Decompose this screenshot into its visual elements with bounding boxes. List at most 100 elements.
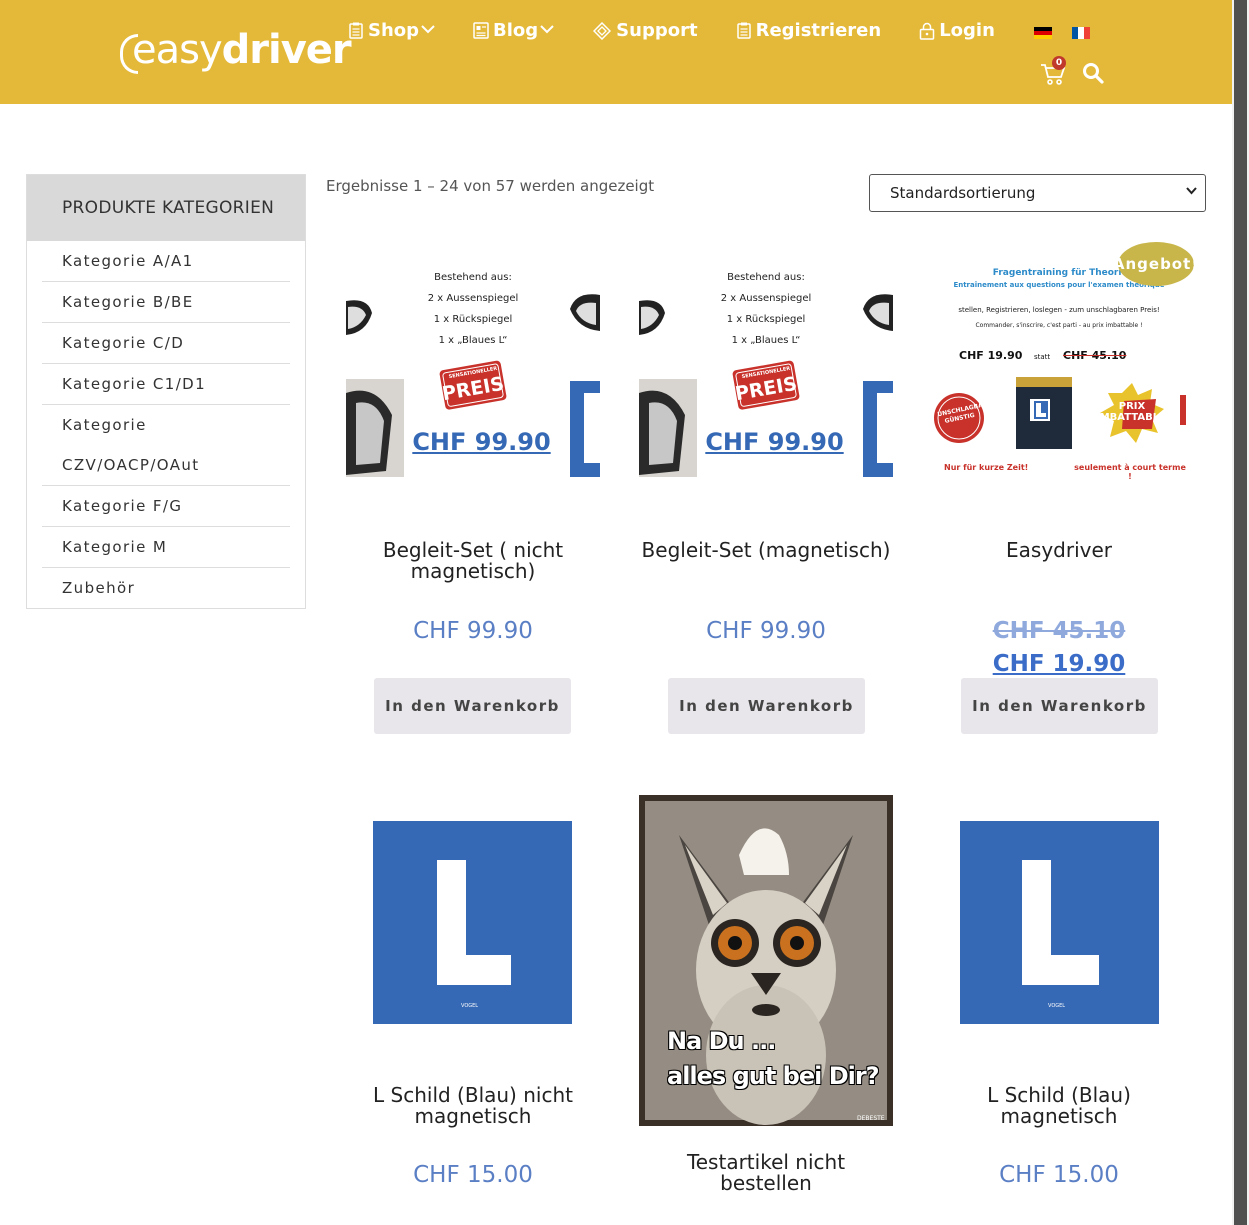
meme-watermark: DEBESTE bbox=[857, 1115, 885, 1122]
image-text-line: 1 x Rückspiegel bbox=[433, 314, 513, 325]
logo-text-easy: easy bbox=[132, 27, 223, 73]
product-card: Bestehend aus: 2 x Aussenspiegel 1 x Rüc… bbox=[346, 243, 600, 644]
newspaper-icon bbox=[473, 22, 489, 40]
product-card: Na Du ... alles gut bei Dir? DEBESTE Tes… bbox=[639, 795, 893, 1194]
cart-button[interactable]: 0 bbox=[1040, 56, 1066, 86]
category-item-czv[interactable]: Kategorie CZV/OACP/OAut bbox=[42, 405, 290, 486]
logo-arc-icon bbox=[120, 34, 138, 74]
image-text-line: 1 x „Blaues L“ bbox=[438, 335, 508, 346]
logo[interactable]: easy driver bbox=[120, 22, 352, 78]
category-item-fg[interactable]: Kategorie F/G bbox=[42, 486, 290, 527]
product-card: VOGEL L Schild (Blau) nicht magnetisch C… bbox=[346, 795, 600, 1188]
category-item-b[interactable]: Kategorie B/BE bbox=[42, 282, 290, 323]
image-text-heading: Bestehend aus: bbox=[434, 272, 512, 283]
nav-register[interactable]: Registrieren bbox=[736, 20, 882, 41]
category-item-c1d1[interactable]: Kategorie C1/D1 bbox=[42, 364, 290, 405]
category-item-cd[interactable]: Kategorie C/D bbox=[42, 323, 290, 364]
add-to-cart-button[interactable]: In den Warenkorb bbox=[961, 678, 1158, 734]
product-title[interactable]: L Schild (Blau) nicht magnetisch bbox=[346, 1085, 600, 1127]
product-image[interactable]: Bestehend aus: 2 x Aussenspiegel 1 x Rüc… bbox=[639, 243, 893, 497]
flag-de-icon[interactable] bbox=[1034, 27, 1052, 39]
cart-icon bbox=[1040, 64, 1066, 92]
image-subline-fr: Commander, s'inscrire, c'est parti - au … bbox=[975, 322, 1143, 329]
category-list: Kategorie A/A1 Kategorie B/BE Kategorie … bbox=[27, 241, 305, 609]
clipboard-icon bbox=[736, 22, 752, 40]
cart-count-badge: 0 bbox=[1052, 56, 1066, 70]
product-title[interactable]: L Schild (Blau) magnetisch bbox=[932, 1085, 1186, 1127]
scrollbar-thumb[interactable] bbox=[1234, 0, 1247, 1225]
image-new-price: CHF 19.90 bbox=[959, 349, 1023, 362]
nav-login-label: Login bbox=[939, 20, 995, 41]
add-to-cart-button[interactable]: In den Warenkorb bbox=[374, 678, 571, 734]
l-sign-image: VOGEL bbox=[960, 821, 1159, 1024]
nav-support[interactable]: Support bbox=[592, 20, 698, 41]
main-nav: Shop Blog Support Registrieren Login bbox=[348, 20, 1033, 41]
product-price: CHF 99.90 bbox=[706, 618, 826, 644]
product-title[interactable]: Begleit-Set ( nicht magnetisch) bbox=[346, 540, 600, 582]
category-item-zubehoer[interactable]: Zubehör bbox=[42, 568, 290, 609]
sale-badge: Angebot! bbox=[1113, 242, 1198, 286]
product-image[interactable]: Na Du ... alles gut bei Dir? DEBESTE bbox=[639, 795, 893, 1126]
l-sign-image: VOGEL bbox=[373, 821, 572, 1024]
image-text-line: 2 x Aussenspiegel bbox=[720, 293, 812, 304]
clipboard-icon bbox=[348, 22, 364, 40]
image-price-text: CHF 99.90 bbox=[412, 428, 551, 456]
product-image[interactable]: Bestehend aus: 2 x Aussenspiegel 1 x Rüc… bbox=[346, 243, 600, 497]
l-sign-brand: VOGEL bbox=[1048, 1003, 1066, 1009]
page: easy driver Shop Blog Support Registrier… bbox=[0, 0, 1232, 1225]
result-count: Ergebnisse 1 – 24 von 57 werden angezeig… bbox=[326, 177, 655, 195]
chevron-down-icon bbox=[1186, 187, 1197, 198]
chevron-down-icon bbox=[421, 23, 435, 38]
product-card: Bestehend aus: 2 x Aussenspiegel 1 x Rüc… bbox=[639, 243, 893, 644]
sort-selected-label: Standardsortierung bbox=[890, 184, 1036, 202]
product-title[interactable]: Easydriver bbox=[932, 540, 1186, 582]
product-image[interactable]: VOGEL bbox=[346, 795, 600, 1049]
image-old-price: CHF 45.10 bbox=[1063, 349, 1127, 362]
product-image[interactable]: VOGEL bbox=[932, 795, 1186, 1049]
image-note-de: Nur für kurze Zeit! bbox=[944, 463, 1029, 472]
nav-support-label: Support bbox=[616, 20, 698, 41]
flag-fr-icon[interactable] bbox=[1072, 27, 1090, 39]
meme-text-line2: alles gut bei Dir? bbox=[667, 1062, 880, 1090]
image-text-heading: Bestehend aus: bbox=[727, 272, 805, 283]
product-title[interactable]: Testartikel nicht bestellen bbox=[639, 1152, 893, 1194]
product-title[interactable]: Begleit-Set (magnetisch) bbox=[639, 540, 893, 582]
product-card: Fragentraining für Theorieprüfu Entraîne… bbox=[932, 243, 1186, 677]
product-price: CHF 15.00 bbox=[413, 1162, 533, 1188]
nav-register-label: Registrieren bbox=[755, 20, 882, 41]
language-switcher bbox=[1034, 27, 1090, 39]
image-price-text: CHF 99.90 bbox=[705, 428, 844, 456]
nav-blog[interactable]: Blog bbox=[473, 20, 554, 41]
nav-shop-label: Shop bbox=[368, 20, 420, 41]
product-sale-price: CHF 19.90 bbox=[992, 651, 1126, 677]
support-diamond-icon bbox=[592, 21, 612, 40]
meme-text-line1: Na Du ... bbox=[667, 1027, 776, 1055]
product-price: CHF 15.00 bbox=[999, 1162, 1119, 1188]
image-text-line: 2 x Aussenspiegel bbox=[427, 293, 519, 304]
product-categories-widget: PRODUKTE KATEGORIEN Kategorie A/A1 Kateg… bbox=[26, 174, 306, 609]
product-card: VOGEL L Schild (Blau) magnetisch CHF 15.… bbox=[932, 795, 1186, 1188]
image-badge-imbattables: PRIX IMBATTABLES bbox=[1096, 401, 1174, 423]
product-old-price: CHF 45.10 bbox=[992, 618, 1126, 644]
sidebar-title: PRODUKTE KATEGORIEN bbox=[27, 175, 305, 241]
image-subline-de: stellen, Registrieren, loslegen - zum un… bbox=[958, 306, 1160, 314]
product-price: CHF 99.90 bbox=[413, 618, 533, 644]
category-item-a[interactable]: Kategorie A/A1 bbox=[42, 241, 290, 282]
category-item-m[interactable]: Kategorie M bbox=[42, 527, 290, 568]
site-header: easy driver Shop Blog Support Registrier… bbox=[0, 0, 1232, 104]
l-sign-brand: VOGEL bbox=[461, 1003, 479, 1009]
lock-icon bbox=[919, 22, 935, 40]
image-text-line: 1 x Rückspiegel bbox=[726, 314, 806, 325]
nav-blog-label: Blog bbox=[493, 20, 539, 41]
sort-select[interactable]: Standardsortierung bbox=[869, 174, 1206, 212]
image-statt: statt bbox=[1034, 353, 1051, 361]
add-to-cart-button[interactable]: In den Warenkorb bbox=[668, 678, 865, 734]
search-icon[interactable] bbox=[1082, 62, 1104, 84]
image-text-line: 1 x „Blaues L“ bbox=[731, 335, 801, 346]
page-scrollbar[interactable] bbox=[1232, 0, 1249, 1225]
logo-text-driver: driver bbox=[221, 27, 352, 73]
nav-shop[interactable]: Shop bbox=[348, 20, 435, 41]
chevron-down-icon bbox=[540, 23, 554, 38]
nav-login[interactable]: Login bbox=[919, 20, 995, 41]
image-note-fr: seulement à court terme ! bbox=[1074, 463, 1186, 481]
